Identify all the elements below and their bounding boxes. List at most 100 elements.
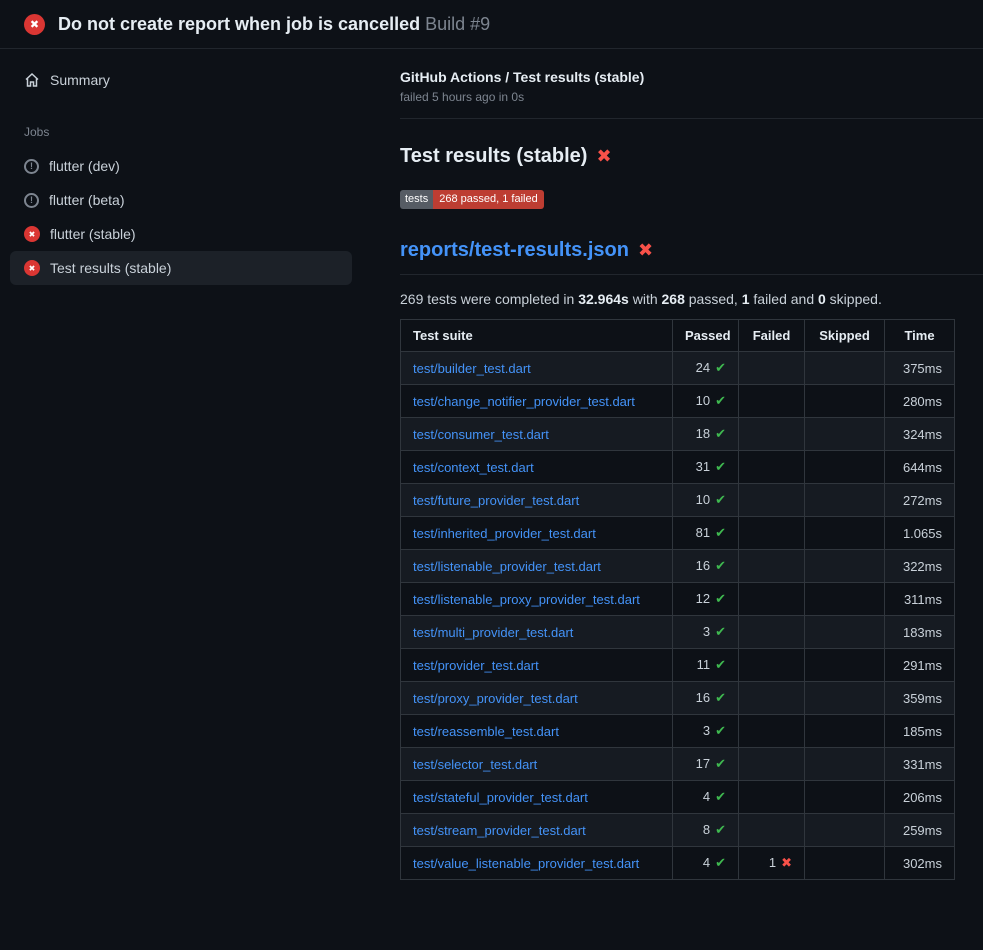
failed-cell <box>739 451 805 484</box>
passed-cell: 17 ✔ <box>673 748 739 781</box>
time-cell: 302ms <box>885 847 955 880</box>
failed-cell <box>739 649 805 682</box>
sidebar: Summary Jobs ! flutter (dev) ! flutter (… <box>10 63 362 880</box>
time-cell: 185ms <box>885 715 955 748</box>
suite-link[interactable]: test/value_listenable_provider_test.dart <box>413 856 639 871</box>
table-header-row: Test suite Passed Failed Skipped Time <box>401 320 955 352</box>
sidebar-item-test-results-stable[interactable]: ✖ Test results (stable) <box>10 251 352 285</box>
passed-count: 11 <box>697 657 711 672</box>
table-row: test/consumer_test.dart 18✔ 324ms <box>401 418 955 451</box>
sidebar-item-summary[interactable]: Summary <box>10 63 352 97</box>
failed-cell <box>739 616 805 649</box>
time-cell: 359ms <box>885 682 955 715</box>
failed-cell <box>739 418 805 451</box>
suite-cell: test/stream_provider_test.dart <box>401 814 673 847</box>
passed-count: 3 <box>703 624 710 639</box>
failed-x-icon: ✖ <box>596 146 611 167</box>
col-header-passed: Passed <box>673 320 739 352</box>
failed-cell <box>739 748 805 781</box>
table-row: test/inherited_provider_test.dart 81✔ 1.… <box>401 517 955 550</box>
check-icon: ✔ <box>715 625 726 640</box>
suite-link[interactable]: test/proxy_provider_test.dart <box>413 691 578 706</box>
suite-cell: test/provider_test.dart <box>401 649 673 682</box>
time-cell: 206ms <box>885 781 955 814</box>
job-label: Test results (stable) <box>50 260 171 276</box>
table-row: test/stream_provider_test.dart 8✔ 259ms <box>401 814 955 847</box>
suite-link[interactable]: test/listenable_proxy_provider_test.dart <box>413 592 640 607</box>
table-row: test/multi_provider_test.dart 3✔ 183ms <box>401 616 955 649</box>
section-title: Test results (stable) ✖ <box>400 145 953 168</box>
col-header-time: Time <box>885 320 955 352</box>
table-row: test/future_provider_test.dart 10✔ 272ms <box>401 484 955 517</box>
suite-link[interactable]: test/listenable_provider_test.dart <box>413 559 601 574</box>
passed-cell: 81✔ <box>673 517 739 550</box>
breadcrumb: GitHub Actions / Test results (stable) <box>400 69 953 85</box>
suite-link[interactable]: test/multi_provider_test.dart <box>413 625 573 640</box>
jobs-section-label: Jobs <box>10 119 352 145</box>
passed-count: 17 <box>696 756 710 771</box>
report-title: reports/test-results.json ✖ <box>400 239 953 262</box>
suite-link[interactable]: test/builder_test.dart <box>413 361 531 376</box>
time-cell: 280ms <box>885 385 955 418</box>
table-row: test/reassemble_test.dart 3✔ 185ms <box>401 715 955 748</box>
check-icon: ✔ <box>715 757 726 772</box>
failed-cell <box>739 682 805 715</box>
check-icon: ✔ <box>715 427 726 442</box>
skipped-cell <box>805 385 885 418</box>
passed-count: 16 <box>696 690 710 705</box>
passed-cell: 11✔ <box>673 649 739 682</box>
failed-x-icon: ✖ <box>638 240 653 261</box>
passed-count: 4 <box>703 855 710 870</box>
skipped-cell <box>805 451 885 484</box>
passed-cell: 10✔ <box>673 385 739 418</box>
failed-status-icon: ✖ <box>24 260 40 276</box>
time-cell: 375ms <box>885 352 955 385</box>
report-link[interactable]: reports/test-results.json <box>400 239 629 262</box>
passed-cell: 3✔ <box>673 715 739 748</box>
check-icon: ✔ <box>715 691 726 706</box>
suite-link[interactable]: test/reassemble_test.dart <box>413 724 559 739</box>
suite-link[interactable]: test/stream_provider_test.dart <box>413 823 586 838</box>
badge-label: tests <box>400 190 433 209</box>
passed-count: 16 <box>696 558 710 573</box>
sidebar-item-flutter-dev[interactable]: ! flutter (dev) <box>10 149 352 183</box>
check-icon: ✔ <box>715 856 726 871</box>
passed-cell: 16 ✔ <box>673 682 739 715</box>
passed-cell: 12✔ <box>673 583 739 616</box>
check-icon: ✔ <box>715 790 726 805</box>
table-row: test/proxy_provider_test.dart 16 ✔ 359ms <box>401 682 955 715</box>
suite-link[interactable]: test/stateful_provider_test.dart <box>413 790 588 805</box>
check-icon: ✔ <box>715 592 726 607</box>
suite-cell: test/stateful_provider_test.dart <box>401 781 673 814</box>
skipped-cell <box>805 484 885 517</box>
section-title-text: Test results (stable) <box>400 145 587 168</box>
sidebar-item-flutter-stable[interactable]: ✖ flutter (stable) <box>10 217 352 251</box>
table-row: test/provider_test.dart 11✔ 291ms <box>401 649 955 682</box>
time-cell: 644ms <box>885 451 955 484</box>
check-icon: ✔ <box>715 526 726 541</box>
suite-cell: test/listenable_provider_test.dart <box>401 550 673 583</box>
job-label: flutter (beta) <box>49 192 124 208</box>
failed-count: 1 <box>769 855 776 870</box>
suite-link[interactable]: test/provider_test.dart <box>413 658 539 673</box>
build-number: Build #9 <box>425 14 490 34</box>
suite-link[interactable]: test/inherited_provider_test.dart <box>413 526 596 541</box>
skipped-cell <box>805 781 885 814</box>
x-icon: ✖ <box>781 856 792 871</box>
skipped-cell <box>805 352 885 385</box>
suite-link[interactable]: test/change_notifier_provider_test.dart <box>413 394 635 409</box>
suite-cell: test/change_notifier_provider_test.dart <box>401 385 673 418</box>
suite-link[interactable]: test/context_test.dart <box>413 460 534 475</box>
suite-cell: test/inherited_provider_test.dart <box>401 517 673 550</box>
suite-link[interactable]: test/consumer_test.dart <box>413 427 549 442</box>
failed-cell <box>739 517 805 550</box>
time-cell: 311ms <box>885 583 955 616</box>
run-meta: failed 5 hours ago in 0s <box>400 90 953 104</box>
passed-cell: 24✔ <box>673 352 739 385</box>
suite-link[interactable]: test/selector_test.dart <box>413 757 537 772</box>
passed-cell: 31✔ <box>673 451 739 484</box>
check-icon: ✔ <box>715 394 726 409</box>
suite-link[interactable]: test/future_provider_test.dart <box>413 493 579 508</box>
check-icon: ✔ <box>715 460 726 475</box>
sidebar-item-flutter-beta[interactable]: ! flutter (beta) <box>10 183 352 217</box>
